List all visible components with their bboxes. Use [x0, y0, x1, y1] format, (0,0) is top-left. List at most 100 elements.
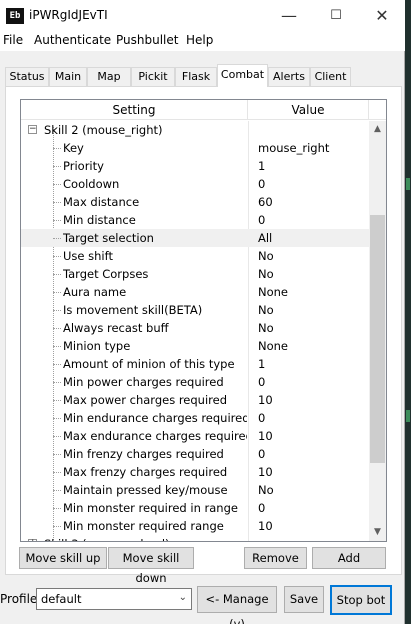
title-bar[interactable]: Eb iPWRgIdJEvTI — ☐ ✕	[0, 0, 405, 31]
profile-select[interactable]: default ⌄	[36, 588, 192, 610]
property-row[interactable]: Max distance 60	[21, 193, 369, 211]
app-window: Eb iPWRgIdJEvTI — ☐ ✕ File Authenticate …	[0, 0, 405, 624]
property-row[interactable]: Max frenzy charges required 10	[21, 463, 369, 481]
tab-flask[interactable]: Flask	[175, 67, 217, 87]
remove-button[interactable]: Remove	[244, 547, 307, 569]
move-skill-down-button[interactable]: Move skill down	[108, 547, 194, 585]
property-value[interactable]: 0	[258, 373, 368, 391]
property-value[interactable]: 0	[258, 445, 368, 463]
maximize-button[interactable]: ☐	[313, 0, 359, 31]
property-row[interactable]: Min power charges required 0	[21, 373, 369, 391]
property-value[interactable]: 10	[258, 463, 368, 481]
menu-file[interactable]: File	[3, 33, 23, 47]
manage-button[interactable]: <- Manage (v)	[197, 586, 277, 624]
tab-alerts[interactable]: Alerts	[268, 67, 310, 87]
property-row[interactable]: Target selection All	[21, 229, 369, 247]
property-value[interactable]: 10	[258, 517, 368, 535]
window-title: iPWRgIdJEvTI	[29, 8, 108, 22]
property-row[interactable]: Minion type None	[21, 337, 369, 355]
property-value[interactable]: 0	[258, 499, 368, 517]
property-name: Min power charges required	[63, 375, 224, 389]
menu-pushbullet[interactable]: Pushbullet	[116, 33, 178, 47]
property-name: Aura name	[63, 285, 127, 299]
property-name: Target selection	[63, 231, 154, 245]
tab-combat[interactable]: Combat	[217, 64, 268, 87]
property-row[interactable]: Always recast buff No	[21, 319, 369, 337]
property-row[interactable]: Aura name None	[21, 283, 369, 301]
expand-icon[interactable]: +	[28, 539, 37, 541]
property-name: Min monster required range	[63, 519, 224, 533]
property-row[interactable]: Max power charges required 10	[21, 391, 369, 409]
chevron-down-icon: ⌄	[178, 592, 187, 603]
property-row[interactable]: Min frenzy charges required 0	[21, 445, 369, 463]
group-row-skill-2[interactable]: − Skill 2 (mouse_right)	[21, 121, 369, 139]
tab-status[interactable]: Status	[5, 67, 49, 87]
property-row[interactable]: Maintain pressed key/mouse No	[21, 481, 369, 499]
tree-branch	[53, 220, 61, 221]
property-value[interactable]: 0	[258, 409, 368, 427]
property-value[interactable]: 60	[258, 193, 368, 211]
property-row[interactable]: Target Corpses No	[21, 265, 369, 283]
tree-branch	[53, 436, 61, 437]
save-button[interactable]: Save	[284, 586, 324, 613]
header-setting[interactable]: Setting	[21, 100, 248, 120]
collapse-icon[interactable]: −	[28, 125, 37, 134]
property-row[interactable]: Cooldown 0	[21, 175, 369, 193]
tab-pickit[interactable]: Pickit	[131, 67, 175, 87]
property-row[interactable]: Min endurance charges required 0	[21, 409, 369, 427]
property-row[interactable]: Use shift No	[21, 247, 369, 265]
menu-authenticate[interactable]: Authenticate	[34, 33, 111, 47]
tab-map[interactable]: Map	[87, 67, 131, 87]
tab-client[interactable]: Client	[310, 67, 351, 87]
property-value[interactable]: None	[258, 283, 368, 301]
tab-main[interactable]: Main	[49, 67, 87, 87]
property-value[interactable]: No	[258, 481, 368, 499]
tree-branch	[53, 256, 61, 257]
header-value[interactable]: Value	[248, 100, 369, 120]
property-value[interactable]: 10	[258, 427, 368, 445]
tree-branch	[53, 238, 61, 239]
group-row-skill-3[interactable]: + Skill 3 (mouse_wheel)	[21, 535, 369, 541]
property-row[interactable]: Max endurance charges required 10	[21, 427, 369, 445]
property-value[interactable]: All	[258, 229, 368, 247]
property-value[interactable]: 1	[258, 355, 368, 373]
stop-bot-button[interactable]: Stop bot	[330, 585, 392, 615]
scroll-thumb[interactable]	[370, 215, 385, 463]
property-value[interactable]: No	[258, 319, 368, 337]
tree-branch	[53, 364, 61, 365]
skill-property-grid[interactable]: Setting Value − Skill 2 (mouse_right) Ke…	[20, 99, 387, 542]
property-value[interactable]: 1	[258, 157, 368, 175]
property-value[interactable]: None	[258, 337, 368, 355]
property-name: Min frenzy charges required	[63, 447, 224, 461]
property-row[interactable]: Priority 1	[21, 157, 369, 175]
property-row[interactable]: Key mouse_right	[21, 139, 369, 157]
menu-help[interactable]: Help	[186, 33, 213, 47]
property-value[interactable]: No	[258, 301, 368, 319]
property-name: Maintain pressed key/mouse	[63, 483, 228, 497]
property-value[interactable]: 10	[258, 391, 368, 409]
tree-branch	[53, 400, 61, 401]
property-value[interactable]: 0	[258, 175, 368, 193]
app-icon: Eb	[6, 8, 24, 24]
property-row[interactable]: Amount of minion of this type 1	[21, 355, 369, 373]
property-row[interactable]: Min monster required in range 0	[21, 499, 369, 517]
scroll-up-icon[interactable]: ▲	[369, 121, 386, 138]
property-value[interactable]: No	[258, 265, 368, 283]
minimize-button[interactable]: —	[266, 0, 312, 31]
property-value[interactable]: No	[258, 247, 368, 265]
property-value[interactable]: mouse_right	[258, 139, 368, 157]
property-value[interactable]: 0	[258, 211, 368, 229]
property-name: Minion type	[63, 339, 131, 353]
property-name: Is movement skill(BETA)	[63, 303, 203, 317]
property-name: Min monster required in range	[63, 501, 238, 515]
scroll-down-icon[interactable]: ▼	[369, 524, 386, 541]
close-button[interactable]: ✕	[359, 0, 405, 31]
property-row[interactable]: Is movement skill(BETA) No	[21, 301, 369, 319]
property-name: Cooldown	[63, 177, 120, 191]
add-button[interactable]: Add	[312, 547, 386, 569]
move-skill-up-button[interactable]: Move skill up	[19, 547, 107, 569]
property-row[interactable]: Min distance 0	[21, 211, 369, 229]
property-row[interactable]: Min monster required range 10	[21, 517, 369, 535]
tree-branch	[53, 490, 61, 491]
vertical-scrollbar[interactable]: ▲ ▼	[369, 121, 386, 541]
